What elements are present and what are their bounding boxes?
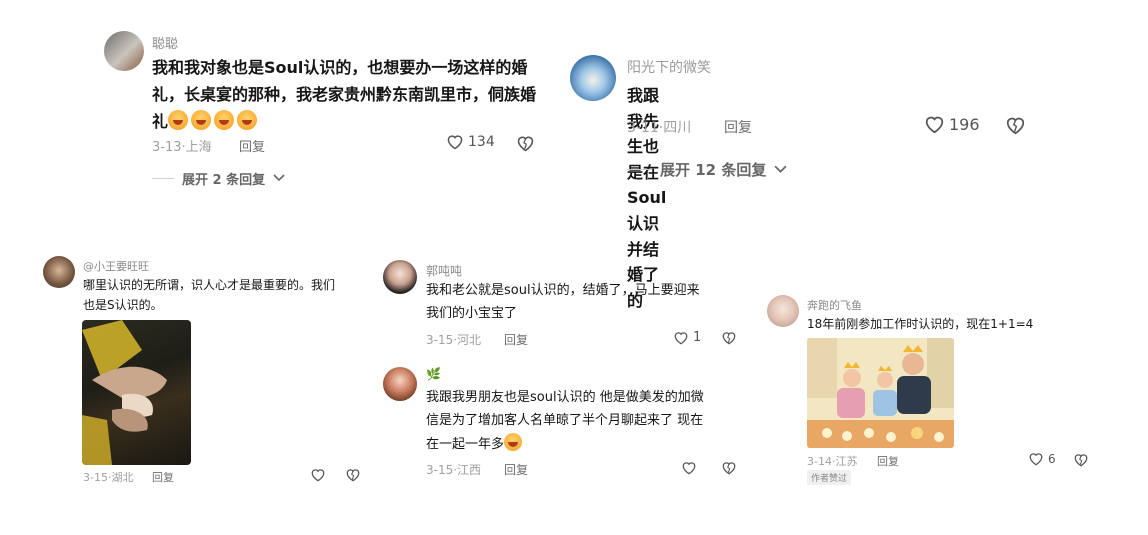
comment-date-location: 3-14·江苏 bbox=[807, 455, 858, 468]
comment-text-line-1: 我跟我男朋友也是soul认识的 他是做美发的加微 bbox=[426, 390, 704, 405]
like-count: 1 bbox=[693, 330, 702, 345]
chevron-down-icon bbox=[273, 174, 285, 182]
avatar[interactable] bbox=[767, 295, 799, 327]
heart-icon bbox=[925, 116, 944, 134]
heart-icon[interactable] bbox=[310, 468, 326, 482]
divider bbox=[627, 169, 652, 170]
laughing-emoji-icon bbox=[504, 433, 523, 451]
dislike-heart-icon[interactable] bbox=[1073, 453, 1089, 467]
avatar[interactable] bbox=[104, 31, 144, 71]
heart-icon bbox=[447, 135, 463, 150]
reply-button[interactable]: 回复 bbox=[724, 117, 752, 137]
dislike-heart-icon[interactable] bbox=[721, 461, 737, 475]
like-button[interactable]: 196 bbox=[924, 115, 980, 134]
author-liked-badge: 作者赞过 bbox=[807, 470, 852, 485]
comment-image[interactable] bbox=[82, 320, 191, 465]
dislike-heart-icon[interactable] bbox=[1005, 116, 1026, 135]
expand-replies-label: 展开 12 条回复 bbox=[660, 161, 767, 179]
like-count: 196 bbox=[949, 115, 980, 134]
dislike-heart-icon[interactable] bbox=[345, 468, 361, 482]
emoji-laugh-icon bbox=[168, 110, 260, 131]
like-button[interactable]: 6 bbox=[1028, 452, 1056, 466]
like-count: 6 bbox=[1048, 452, 1056, 466]
comment-text: 我和我对象也是Soul认识的，也想要办一场这样的婚礼，长桌宴的那种，我老家贵州黔… bbox=[152, 54, 536, 135]
comment-text-line-3: 在一起一年多 bbox=[426, 433, 523, 456]
expand-replies-button[interactable]: 展开 12 条回复 bbox=[627, 159, 787, 180]
avatar[interactable] bbox=[570, 55, 616, 101]
comment-date-location: 3-15·湖北 bbox=[83, 471, 134, 484]
like-count: 134 bbox=[468, 134, 495, 150]
comment-text-line-2: 我们的小宝宝了 bbox=[426, 306, 518, 321]
dislike-heart-icon[interactable] bbox=[516, 135, 535, 152]
comment-text-line-1: 哪里认识的无所谓，识人心才是最重要的。我们 bbox=[83, 278, 336, 292]
avatar[interactable] bbox=[43, 256, 75, 288]
comment-text-line-2: 信是为了增加客人名单晾了半个月聊起来了 现在 bbox=[426, 413, 704, 428]
comment-image[interactable] bbox=[807, 338, 954, 448]
comment-date-location: 3-11·四川 bbox=[627, 120, 692, 136]
comment-text-body: 在一起一年多 bbox=[426, 437, 505, 452]
hands-photo-icon bbox=[82, 320, 167, 465]
comment-author[interactable]: 郭吨吨 bbox=[426, 262, 462, 279]
comment-author[interactable]: 奔跑的飞鱼 bbox=[807, 297, 862, 313]
chevron-down-icon bbox=[774, 165, 787, 173]
reply-button[interactable]: 回复 bbox=[239, 136, 265, 155]
expand-replies-button[interactable]: 展开 2 条回复 bbox=[152, 170, 285, 186]
divider bbox=[152, 177, 174, 179]
expand-replies-label: 展开 2 条回复 bbox=[182, 172, 266, 187]
avatar[interactable] bbox=[383, 260, 417, 294]
comment-author[interactable]: @小王要旺旺 bbox=[83, 258, 149, 274]
heart-icon[interactable] bbox=[681, 461, 697, 475]
reply-button[interactable]: 回复 bbox=[152, 469, 174, 485]
reply-button[interactable]: 回复 bbox=[504, 331, 528, 348]
heart-icon bbox=[674, 331, 688, 344]
reply-button[interactable]: 回复 bbox=[504, 461, 528, 478]
dislike-heart-icon[interactable] bbox=[721, 331, 737, 345]
comment-date-location: 3-15·河北 bbox=[426, 333, 482, 347]
heart-icon bbox=[1029, 453, 1043, 466]
comment-text: 18年前刚参加工作时认识的，现在1+1=4 bbox=[807, 317, 1034, 331]
comment-text-line-1: 我和老公就是soul认识的，结婚了，马上要迎来 bbox=[426, 283, 700, 298]
comment-text-line-2: 也是S认识的。 bbox=[83, 298, 163, 312]
comment-date-location: 3-15·江西 bbox=[426, 463, 482, 477]
comment-author[interactable]: 阳光下的微笑 bbox=[627, 57, 711, 77]
like-button[interactable]: 134 bbox=[446, 134, 495, 150]
comment-author[interactable]: 聪聪 bbox=[152, 33, 178, 52]
like-button[interactable]: 1 bbox=[673, 330, 701, 345]
family-illustration-icon bbox=[807, 338, 954, 448]
comment-author[interactable]: 🌿 bbox=[426, 367, 441, 381]
avatar[interactable] bbox=[383, 367, 417, 401]
reply-button[interactable]: 回复 bbox=[877, 453, 899, 469]
comment-date-location: 3-13·上海 bbox=[152, 140, 212, 155]
